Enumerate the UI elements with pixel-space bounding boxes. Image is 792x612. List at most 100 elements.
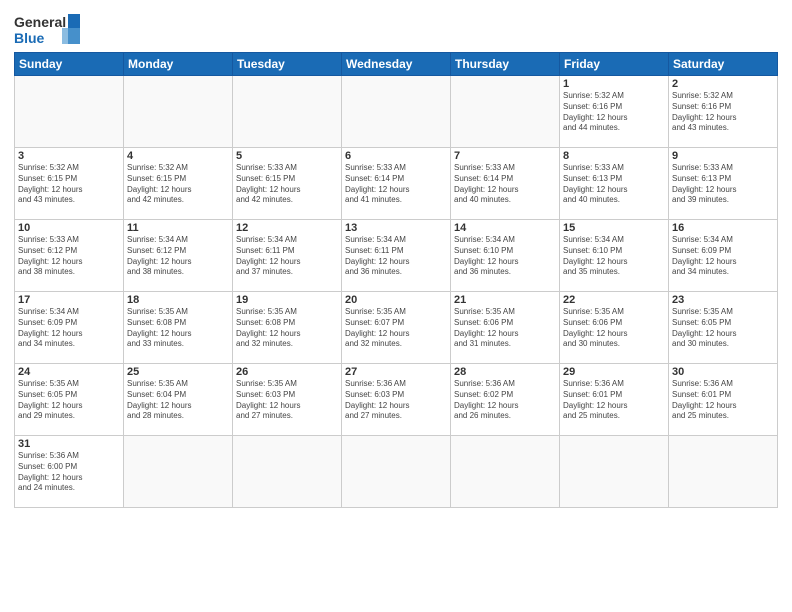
calendar-page: GeneralBlue SundayMondayTuesdayWednesday… [0, 0, 792, 612]
cell-date-number: 14 [454, 222, 556, 234]
cell-date-number: 2 [672, 78, 774, 90]
cell-date-number: 25 [127, 366, 229, 378]
cell-date-number: 31 [18, 438, 120, 450]
calendar-cell [560, 436, 669, 508]
cell-sun-info: Sunrise: 5:36 AM Sunset: 6:01 PM Dayligh… [563, 379, 665, 422]
cell-sun-info: Sunrise: 5:35 AM Sunset: 6:03 PM Dayligh… [236, 379, 338, 422]
cell-date-number: 4 [127, 150, 229, 162]
cell-date-number: 19 [236, 294, 338, 306]
calendar-cell [124, 436, 233, 508]
calendar-cell: 29Sunrise: 5:36 AM Sunset: 6:01 PM Dayli… [560, 364, 669, 436]
cell-date-number: 18 [127, 294, 229, 306]
cell-sun-info: Sunrise: 5:34 AM Sunset: 6:09 PM Dayligh… [18, 307, 120, 350]
calendar-body: 1Sunrise: 5:32 AM Sunset: 6:16 PM Daylig… [15, 76, 778, 508]
weekday-header-wednesday: Wednesday [342, 53, 451, 76]
weekday-header-monday: Monday [124, 53, 233, 76]
cell-sun-info: Sunrise: 5:34 AM Sunset: 6:11 PM Dayligh… [345, 235, 447, 278]
svg-text:General: General [14, 14, 66, 30]
cell-sun-info: Sunrise: 5:36 AM Sunset: 6:02 PM Dayligh… [454, 379, 556, 422]
cell-date-number: 11 [127, 222, 229, 234]
calendar-cell [233, 436, 342, 508]
calendar-cell: 18Sunrise: 5:35 AM Sunset: 6:08 PM Dayli… [124, 292, 233, 364]
cell-date-number: 7 [454, 150, 556, 162]
cell-sun-info: Sunrise: 5:35 AM Sunset: 6:07 PM Dayligh… [345, 307, 447, 350]
cell-sun-info: Sunrise: 5:35 AM Sunset: 6:06 PM Dayligh… [454, 307, 556, 350]
calendar-week-row: 1Sunrise: 5:32 AM Sunset: 6:16 PM Daylig… [15, 76, 778, 148]
cell-sun-info: Sunrise: 5:34 AM Sunset: 6:09 PM Dayligh… [672, 235, 774, 278]
logo: GeneralBlue [14, 10, 84, 48]
cell-sun-info: Sunrise: 5:35 AM Sunset: 6:06 PM Dayligh… [563, 307, 665, 350]
cell-sun-info: Sunrise: 5:36 AM Sunset: 6:00 PM Dayligh… [18, 451, 120, 494]
calendar-cell [15, 76, 124, 148]
calendar-cell [342, 436, 451, 508]
calendar-cell: 23Sunrise: 5:35 AM Sunset: 6:05 PM Dayli… [669, 292, 778, 364]
calendar-cell [124, 76, 233, 148]
cell-date-number: 23 [672, 294, 774, 306]
cell-date-number: 5 [236, 150, 338, 162]
cell-date-number: 20 [345, 294, 447, 306]
generalblue-logo: GeneralBlue [14, 10, 84, 48]
cell-sun-info: Sunrise: 5:35 AM Sunset: 6:08 PM Dayligh… [236, 307, 338, 350]
weekday-header-friday: Friday [560, 53, 669, 76]
calendar-cell: 1Sunrise: 5:32 AM Sunset: 6:16 PM Daylig… [560, 76, 669, 148]
calendar-cell [669, 436, 778, 508]
cell-date-number: 9 [672, 150, 774, 162]
svg-text:Blue: Blue [14, 30, 45, 46]
cell-date-number: 26 [236, 366, 338, 378]
cell-sun-info: Sunrise: 5:35 AM Sunset: 6:05 PM Dayligh… [18, 379, 120, 422]
cell-date-number: 30 [672, 366, 774, 378]
calendar-header: SundayMondayTuesdayWednesdayThursdayFrid… [15, 53, 778, 76]
calendar-cell: 16Sunrise: 5:34 AM Sunset: 6:09 PM Dayli… [669, 220, 778, 292]
calendar-cell: 20Sunrise: 5:35 AM Sunset: 6:07 PM Dayli… [342, 292, 451, 364]
calendar-cell: 24Sunrise: 5:35 AM Sunset: 6:05 PM Dayli… [15, 364, 124, 436]
calendar-cell: 25Sunrise: 5:35 AM Sunset: 6:04 PM Dayli… [124, 364, 233, 436]
calendar-table: SundayMondayTuesdayWednesdayThursdayFrid… [14, 52, 778, 508]
calendar-cell: 11Sunrise: 5:34 AM Sunset: 6:12 PM Dayli… [124, 220, 233, 292]
calendar-week-row: 17Sunrise: 5:34 AM Sunset: 6:09 PM Dayli… [15, 292, 778, 364]
cell-date-number: 13 [345, 222, 447, 234]
cell-sun-info: Sunrise: 5:33 AM Sunset: 6:14 PM Dayligh… [454, 163, 556, 206]
cell-sun-info: Sunrise: 5:32 AM Sunset: 6:16 PM Dayligh… [672, 91, 774, 134]
calendar-cell: 3Sunrise: 5:32 AM Sunset: 6:15 PM Daylig… [15, 148, 124, 220]
calendar-cell: 10Sunrise: 5:33 AM Sunset: 6:12 PM Dayli… [15, 220, 124, 292]
cell-date-number: 6 [345, 150, 447, 162]
calendar-cell: 8Sunrise: 5:33 AM Sunset: 6:13 PM Daylig… [560, 148, 669, 220]
weekday-header-tuesday: Tuesday [233, 53, 342, 76]
cell-sun-info: Sunrise: 5:32 AM Sunset: 6:16 PM Dayligh… [563, 91, 665, 134]
cell-date-number: 10 [18, 222, 120, 234]
calendar-week-row: 3Sunrise: 5:32 AM Sunset: 6:15 PM Daylig… [15, 148, 778, 220]
cell-date-number: 27 [345, 366, 447, 378]
cell-sun-info: Sunrise: 5:34 AM Sunset: 6:12 PM Dayligh… [127, 235, 229, 278]
cell-date-number: 24 [18, 366, 120, 378]
calendar-cell [342, 76, 451, 148]
calendar-cell [451, 76, 560, 148]
calendar-cell: 9Sunrise: 5:33 AM Sunset: 6:13 PM Daylig… [669, 148, 778, 220]
calendar-cell: 6Sunrise: 5:33 AM Sunset: 6:14 PM Daylig… [342, 148, 451, 220]
calendar-cell: 15Sunrise: 5:34 AM Sunset: 6:10 PM Dayli… [560, 220, 669, 292]
calendar-cell: 13Sunrise: 5:34 AM Sunset: 6:11 PM Dayli… [342, 220, 451, 292]
weekday-header-row: SundayMondayTuesdayWednesdayThursdayFrid… [15, 53, 778, 76]
cell-sun-info: Sunrise: 5:33 AM Sunset: 6:13 PM Dayligh… [563, 163, 665, 206]
cell-sun-info: Sunrise: 5:32 AM Sunset: 6:15 PM Dayligh… [18, 163, 120, 206]
cell-date-number: 15 [563, 222, 665, 234]
cell-sun-info: Sunrise: 5:33 AM Sunset: 6:15 PM Dayligh… [236, 163, 338, 206]
cell-sun-info: Sunrise: 5:33 AM Sunset: 6:12 PM Dayligh… [18, 235, 120, 278]
cell-sun-info: Sunrise: 5:35 AM Sunset: 6:05 PM Dayligh… [672, 307, 774, 350]
calendar-cell: 26Sunrise: 5:35 AM Sunset: 6:03 PM Dayli… [233, 364, 342, 436]
weekday-header-saturday: Saturday [669, 53, 778, 76]
cell-date-number: 29 [563, 366, 665, 378]
cell-date-number: 8 [563, 150, 665, 162]
cell-date-number: 1 [563, 78, 665, 90]
calendar-cell: 2Sunrise: 5:32 AM Sunset: 6:16 PM Daylig… [669, 76, 778, 148]
calendar-cell: 31Sunrise: 5:36 AM Sunset: 6:00 PM Dayli… [15, 436, 124, 508]
cell-sun-info: Sunrise: 5:32 AM Sunset: 6:15 PM Dayligh… [127, 163, 229, 206]
calendar-week-row: 31Sunrise: 5:36 AM Sunset: 6:00 PM Dayli… [15, 436, 778, 508]
cell-sun-info: Sunrise: 5:33 AM Sunset: 6:13 PM Dayligh… [672, 163, 774, 206]
calendar-cell: 4Sunrise: 5:32 AM Sunset: 6:15 PM Daylig… [124, 148, 233, 220]
calendar-cell: 19Sunrise: 5:35 AM Sunset: 6:08 PM Dayli… [233, 292, 342, 364]
calendar-cell: 5Sunrise: 5:33 AM Sunset: 6:15 PM Daylig… [233, 148, 342, 220]
calendar-cell: 21Sunrise: 5:35 AM Sunset: 6:06 PM Dayli… [451, 292, 560, 364]
cell-sun-info: Sunrise: 5:34 AM Sunset: 6:10 PM Dayligh… [454, 235, 556, 278]
calendar-cell: 28Sunrise: 5:36 AM Sunset: 6:02 PM Dayli… [451, 364, 560, 436]
calendar-cell: 27Sunrise: 5:36 AM Sunset: 6:03 PM Dayli… [342, 364, 451, 436]
